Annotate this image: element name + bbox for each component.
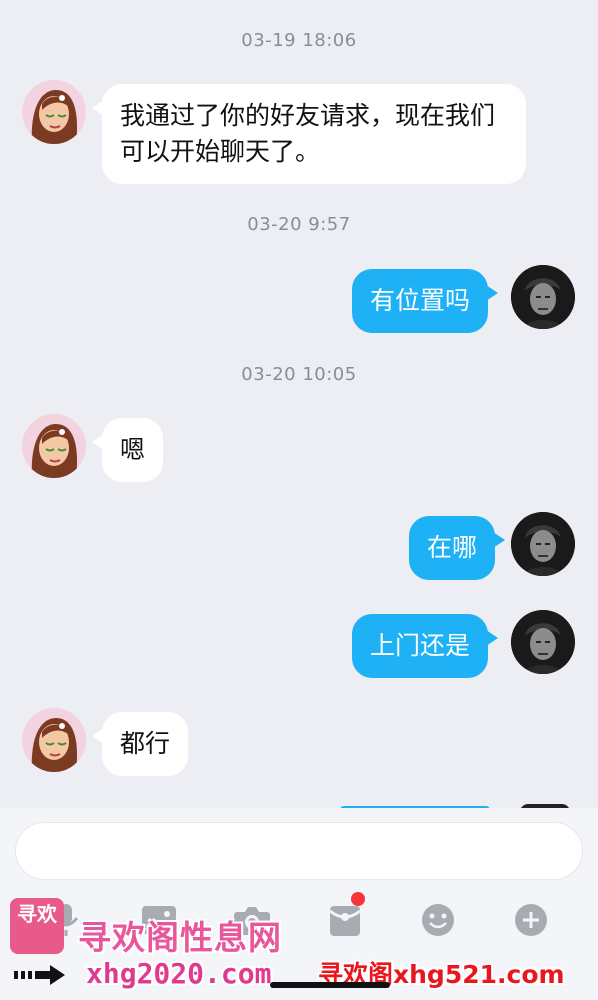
watermark-logo: 寻欢: [10, 898, 64, 954]
emoji-icon[interactable]: [416, 898, 460, 942]
timestamp: 03-20 9:57: [247, 214, 351, 235]
sent-message[interactable]: 上门还是: [352, 614, 499, 678]
received-message[interactable]: 都行: [91, 712, 189, 776]
timestamp: 03-19 18:06: [241, 30, 357, 51]
chat-area: 03-19 18:06 我通过了你的好友请求，现在我们可以开始聊天了。 03-2…: [0, 0, 598, 808]
received-message[interactable]: 我通过了你的好友请求，现在我们可以开始聊天了。: [92, 84, 526, 184]
watermark-url: xhg2020.com: [86, 957, 272, 990]
my-avatar[interactable]: [511, 265, 575, 329]
my-avatar[interactable]: [511, 610, 575, 674]
arrow-icon: [14, 965, 65, 985]
contact-avatar[interactable]: [22, 414, 86, 478]
message-input[interactable]: [15, 822, 583, 880]
sent-message[interactable]: 有位置吗: [352, 269, 499, 333]
received-message[interactable]: 嗯: [91, 418, 164, 482]
contact-avatar[interactable]: [22, 80, 86, 144]
timestamp: 03-20 10:05: [241, 364, 357, 385]
watermark-text: 寻欢阁性息网: [78, 918, 282, 957]
home-indicator[interactable]: [270, 982, 390, 988]
my-avatar[interactable]: [511, 512, 575, 576]
plus-icon[interactable]: [509, 898, 553, 942]
notification-badge: [351, 892, 365, 906]
contact-avatar[interactable]: [22, 708, 86, 772]
sent-message[interactable]: 在哪: [409, 516, 506, 580]
redpacket-icon[interactable]: [323, 892, 367, 942]
